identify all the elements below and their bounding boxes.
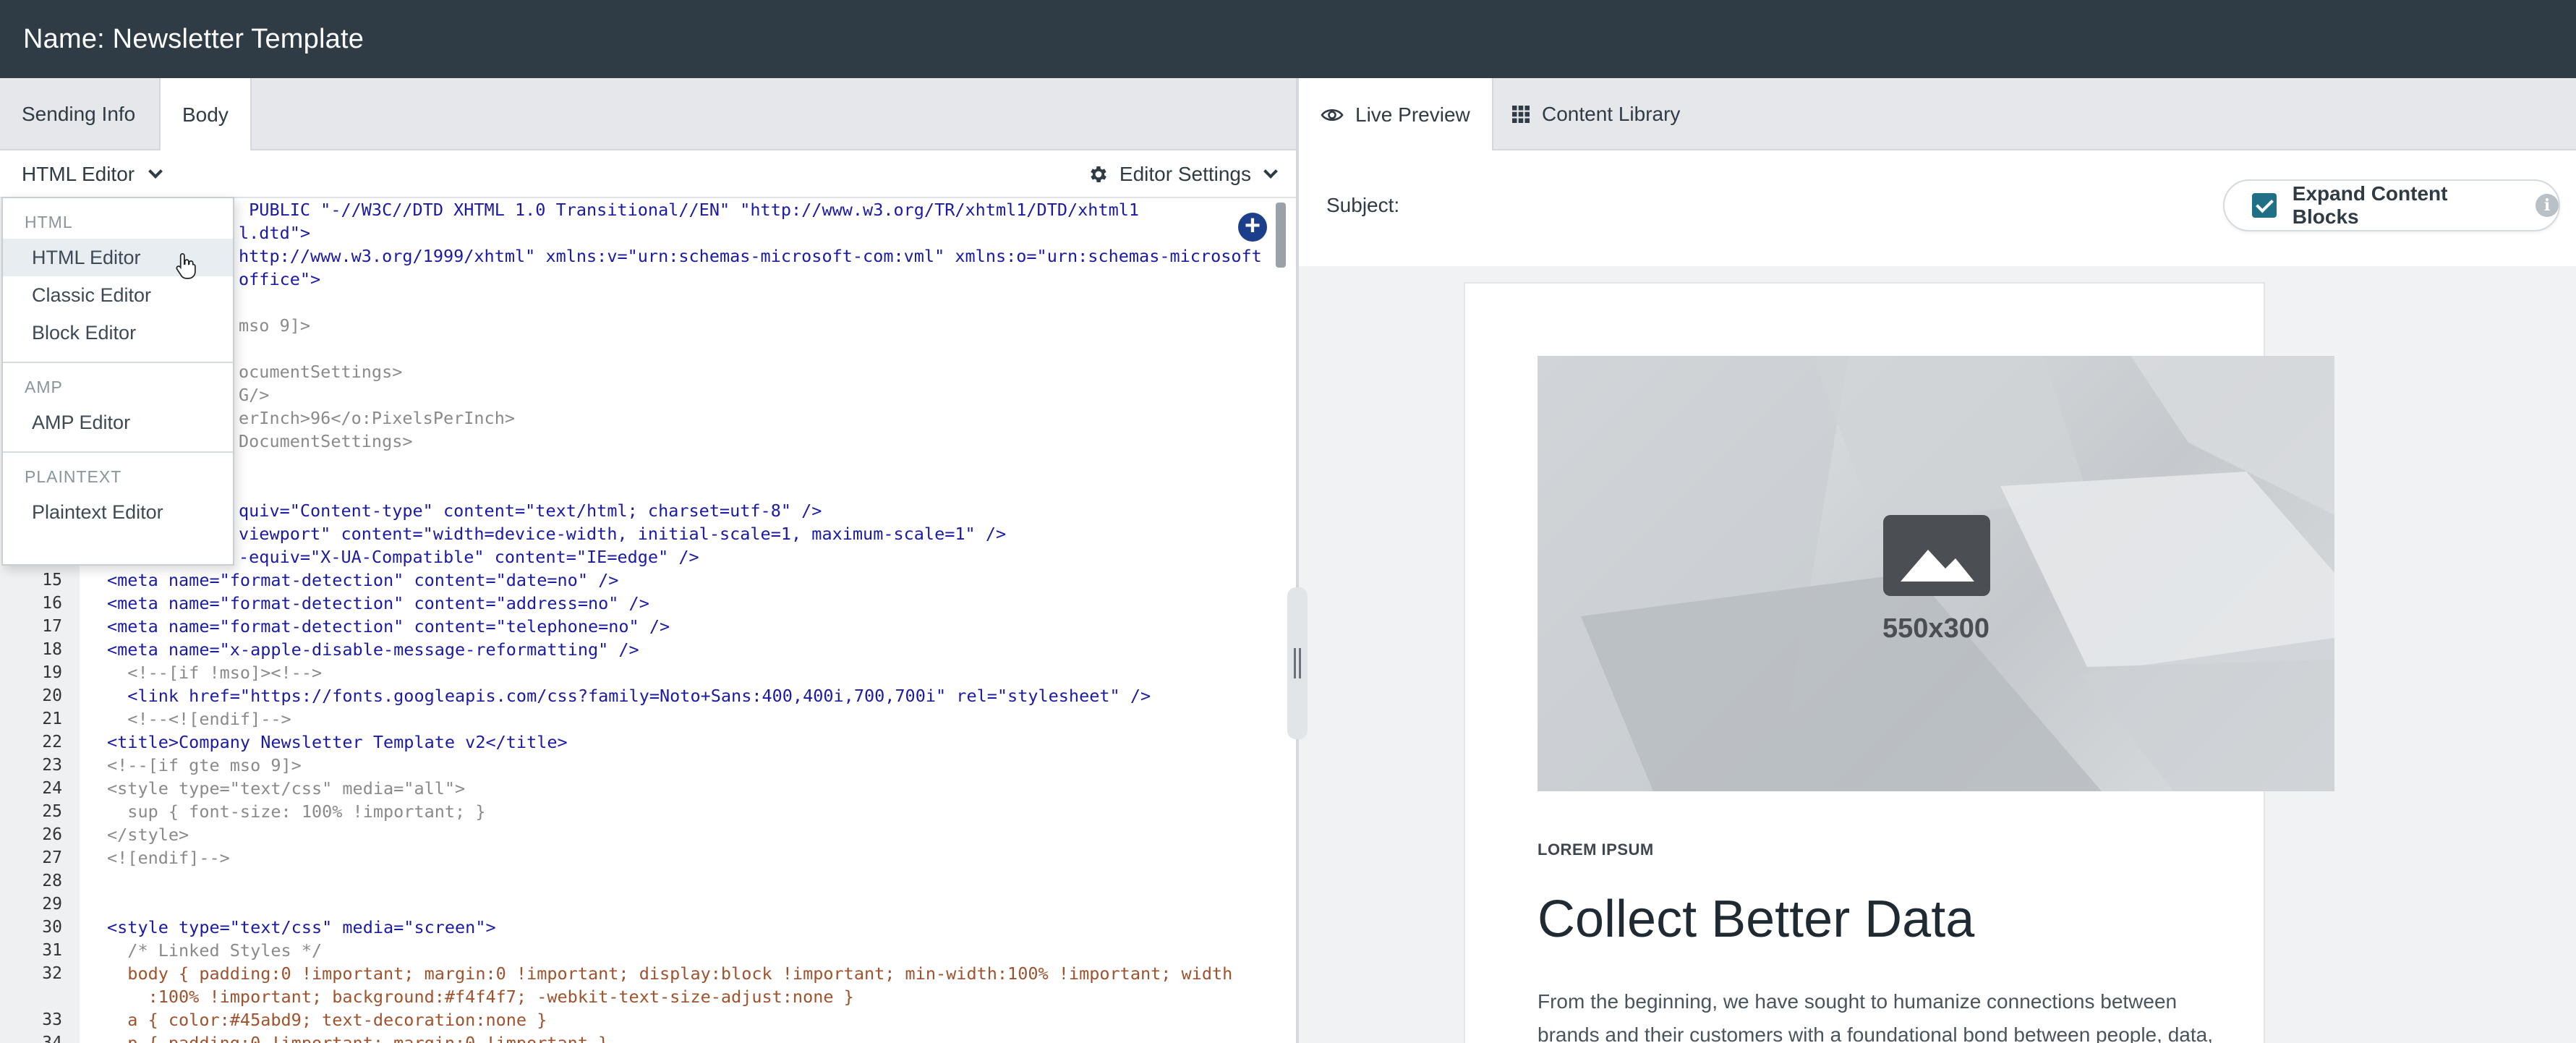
code-line: 27 <![endif]--> <box>42 848 230 868</box>
eye-icon <box>1321 108 1344 122</box>
placeholder-size-label: 550x300 <box>1882 613 1989 644</box>
tab-body[interactable]: Body <box>159 78 252 152</box>
hand-pointer-icon <box>176 252 196 279</box>
tab-sending-info[interactable]: Sending Info <box>0 78 157 150</box>
splitter-handle[interactable] <box>1287 587 1308 739</box>
code-line: 19 <!--[if !mso]><!--> <box>42 663 323 683</box>
menu-group-label: HTML <box>25 213 73 231</box>
image-placeholder-icon <box>1883 515 1990 596</box>
code-line: 16 <meta name="format-detection" content=… <box>42 593 649 613</box>
gear-icon <box>1091 166 1106 182</box>
body-copy: From the beginning, we have sought to hu… <box>1538 990 2213 1043</box>
preview-panel: Live Preview Content Library Subject: Ex… <box>1299 78 2576 1043</box>
grip-lines <box>1294 648 1301 678</box>
menu-group-label: PLAINTEXT <box>25 467 122 486</box>
scrollbar-thumb[interactable] <box>1276 203 1286 268</box>
code-line: 22 <title>Company Newsletter Template v2<… <box>42 732 568 752</box>
subject-label: Subject: <box>1326 194 1400 216</box>
code-line: 34 p { padding:0 !important; margin:0 !i… <box>42 1033 609 1043</box>
info-icon[interactable]: i <box>2536 194 2559 217</box>
code-line: 33 a { color:#45abd9; text-decoration:no… <box>42 1010 547 1030</box>
chevron-down-icon <box>1263 164 1278 179</box>
editor-settings-button[interactable]: Editor Settings <box>1088 150 1278 198</box>
tab-content-library[interactable]: Content Library <box>1490 78 1702 150</box>
tab-live-preview[interactable]: Live Preview <box>1299 78 1493 152</box>
hero-image-placeholder: 550x300 <box>1538 356 2334 791</box>
template-name-title[interactable]: Name: Newsletter Template <box>23 24 364 55</box>
code-line: :100% !important; background:#f4f4f7; -w… <box>107 987 854 1007</box>
menu-item-amp-editor[interactable]: AMP Editor <box>3 404 233 441</box>
code-line: 20 <link href="https://fonts.googleapis.… <box>42 686 1151 706</box>
code-line: 26 </style> <box>42 825 189 845</box>
menu-group-label: AMP <box>25 378 63 396</box>
editor-toolbar: HTML Editor Editor Settings <box>0 150 1296 198</box>
code-line: 24 <style type="text/css" media="all"> <box>42 778 466 799</box>
code-line: 30 <style type="text/css" media="screen"> <box>42 917 496 937</box>
app-header: Name: Newsletter Template <box>0 0 2576 78</box>
menu-item-block-editor[interactable]: Block Editor <box>3 314 233 352</box>
editor-settings-label: Editor Settings <box>1119 163 1251 185</box>
preview-tabbar: Live Preview Content Library <box>1299 78 2576 152</box>
code-line: 25 sup { font-size: 100% !important; } <box>42 801 486 822</box>
code-line: 28 <box>42 872 62 890</box>
menu-divider <box>3 451 233 453</box>
subject-bar: Subject: Expand Content Blocks i <box>1299 150 2576 266</box>
expand-content-blocks-label: Expand Content Blocks <box>2292 182 2448 228</box>
code-line: 29 <box>42 895 62 914</box>
add-snippet-button[interactable]: + <box>1238 212 1267 242</box>
grid-icon <box>1512 106 1530 123</box>
code-line: 32 body { padding:0 !important; margin:0… <box>42 963 1233 984</box>
tab-content-library-label: Content Library <box>1542 103 1681 125</box>
code-line: 17 <meta name="format-detection" content=… <box>42 616 670 637</box>
email-preview: 550x300 LOREM IPSUM Collect Better Data … <box>1464 282 2334 1043</box>
editor-tabbar: Sending Info Body <box>0 78 1296 152</box>
menu-divider <box>3 362 233 363</box>
chevron-down-icon <box>148 164 163 179</box>
menu-item-plaintext-editor[interactable]: Plaintext Editor <box>3 493 233 531</box>
eyebrow-text: LOREM IPSUM <box>1538 840 1654 859</box>
code-line: 18 <meta name="x-apple-disable-message-re… <box>42 639 639 660</box>
code-line: 31 /* Linked Styles */ <box>42 940 323 961</box>
headline: Collect Better Data <box>1538 890 1975 948</box>
code-scrollbar[interactable] <box>1276 203 1286 1042</box>
tab-live-preview-label: Live Preview <box>1355 103 1470 126</box>
editor-type-label: HTML Editor <box>22 163 135 185</box>
menu-item-classic-editor[interactable]: Classic Editor <box>3 276 233 314</box>
code-line: 15 <meta name="format-detection" content=… <box>42 570 619 590</box>
editor-type-select[interactable]: HTML Editor <box>22 150 163 198</box>
code-line: 23 <!--[if gte mso 9]> <box>42 755 302 775</box>
expand-checkbox[interactable] <box>2252 193 2277 218</box>
expand-content-blocks-toggle[interactable]: Expand Content Blocks i <box>2223 179 2560 231</box>
code-line: 21 <!--<![endif]--> <box>42 709 291 729</box>
